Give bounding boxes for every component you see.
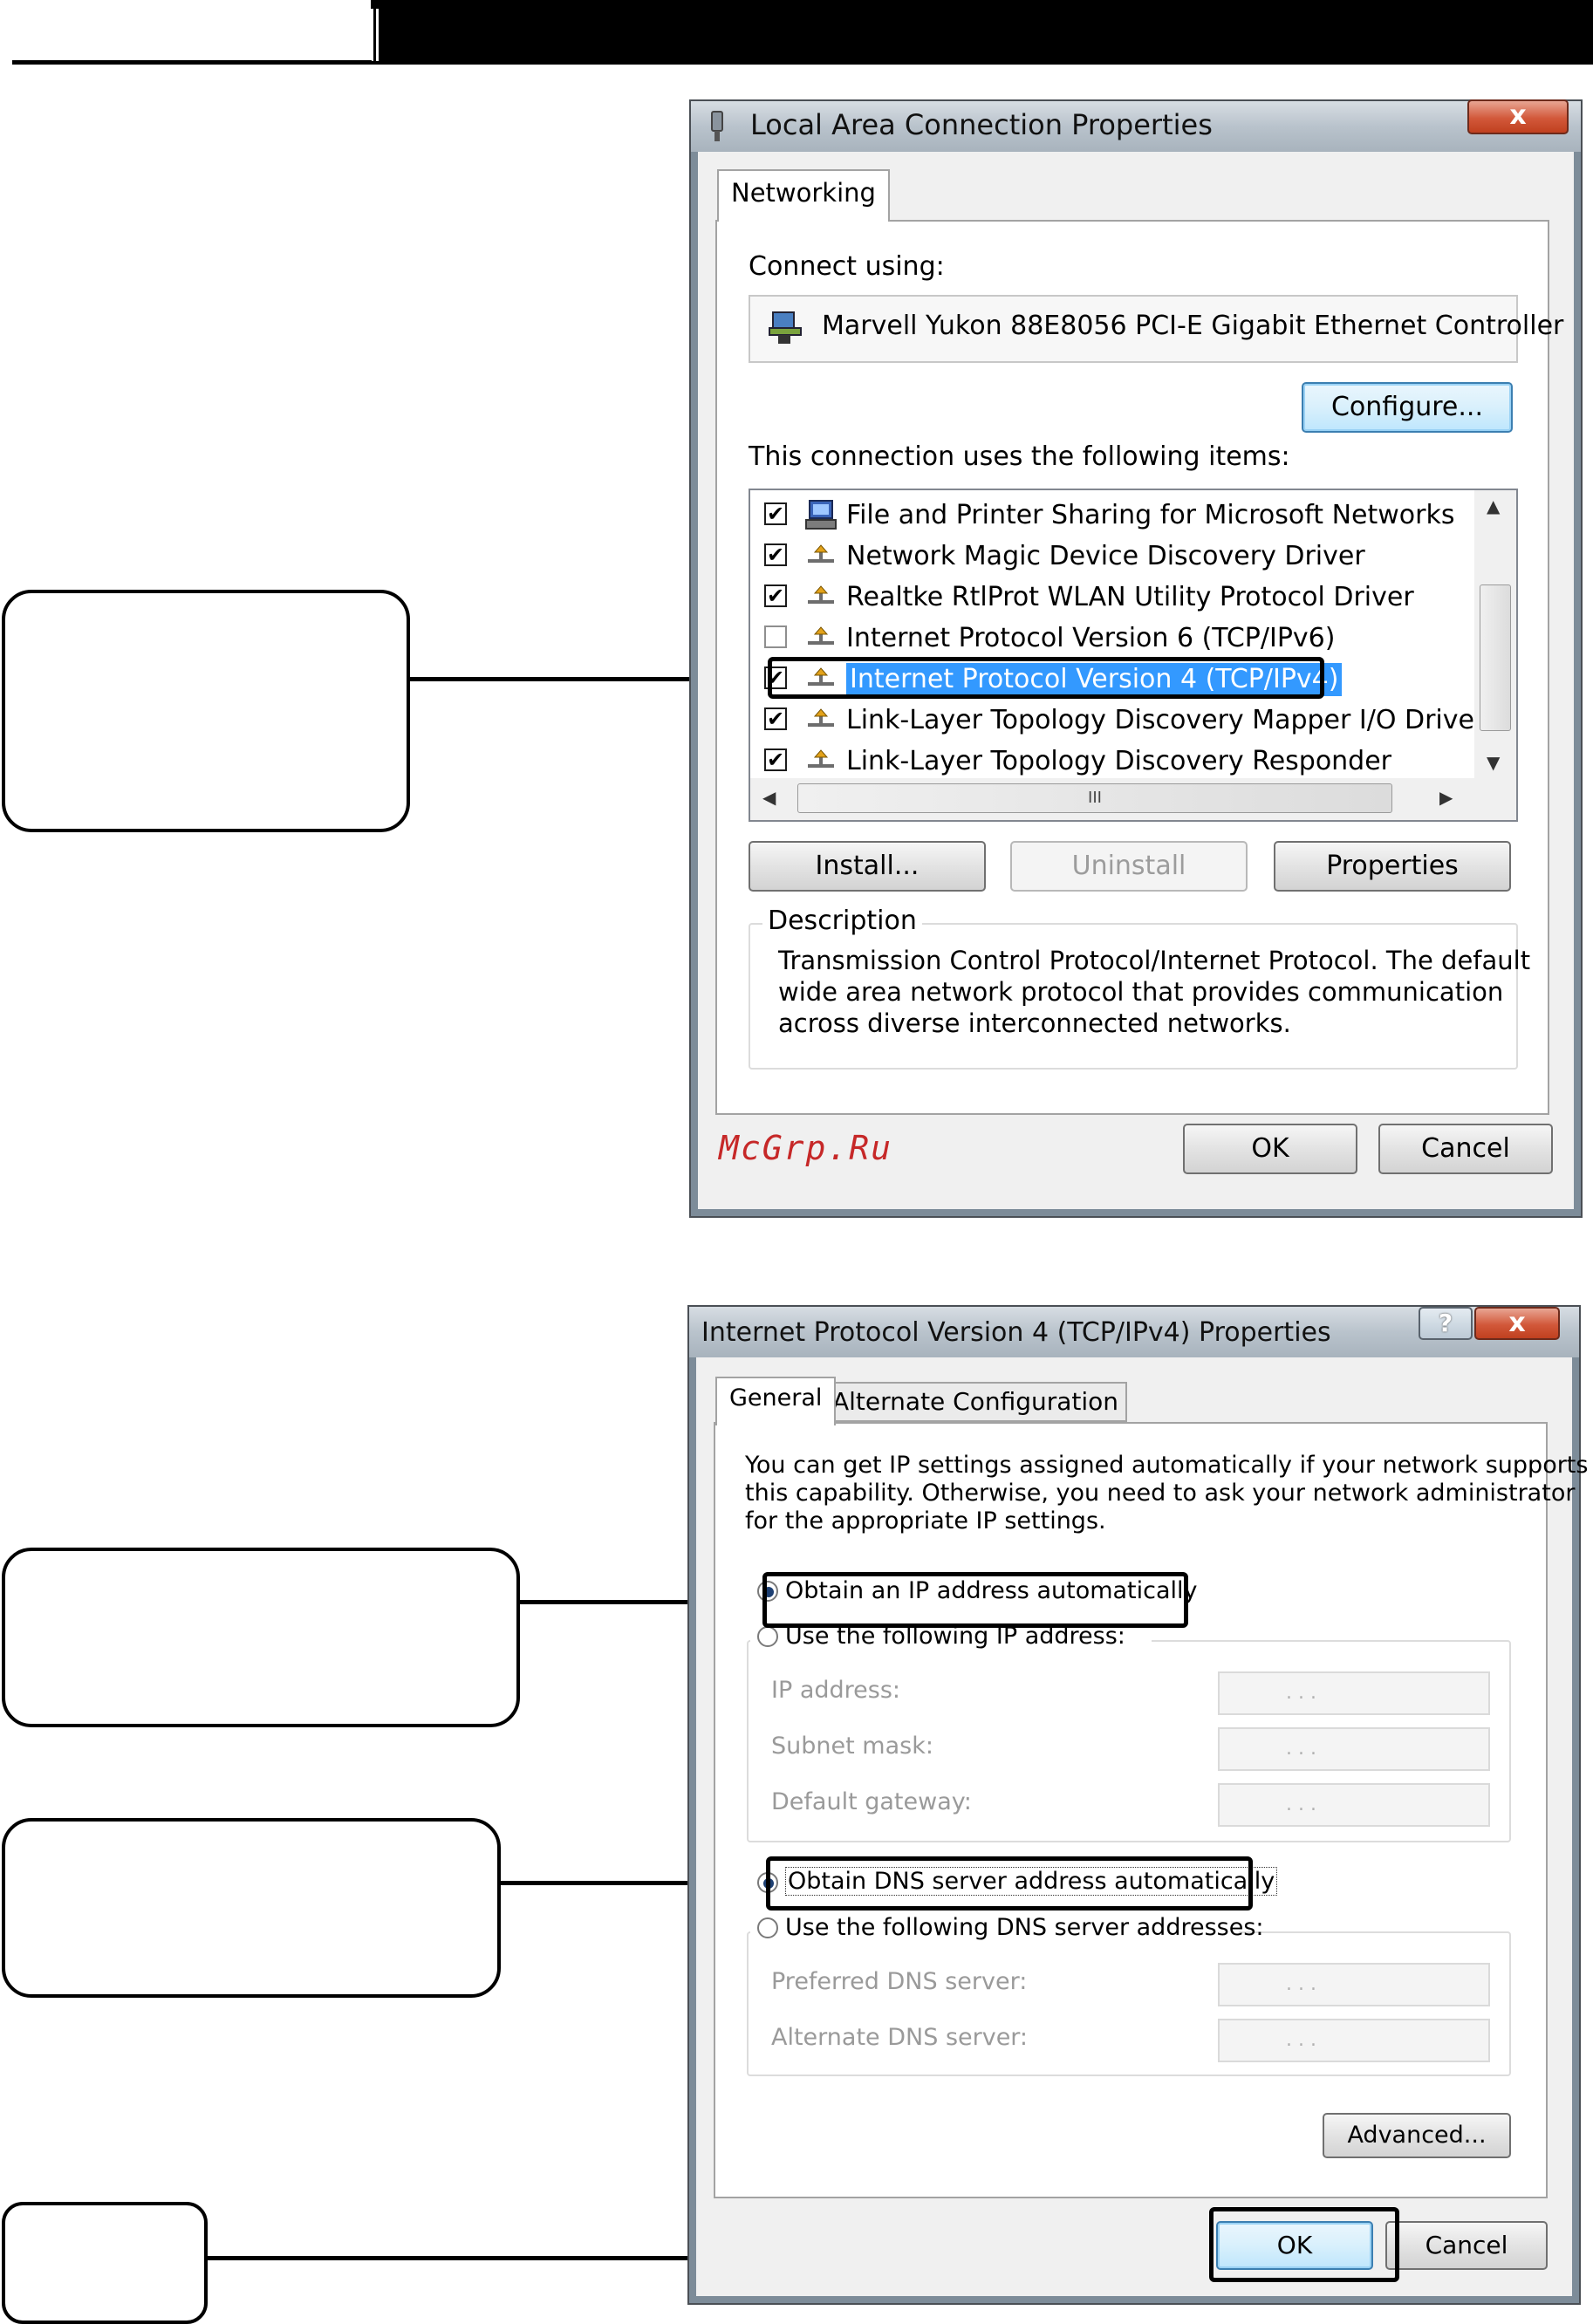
- uninstall-button[interactable]: Uninstall: [1010, 841, 1248, 892]
- preferred-dns-label: Preferred DNS server:: [771, 1968, 1028, 1995]
- advanced-button[interactable]: Advanced...: [1323, 2113, 1511, 2158]
- close-button[interactable]: x: [1467, 99, 1569, 134]
- item-checkbox[interactable]: ✔: [764, 543, 787, 566]
- items-label: This connection uses the following items…: [749, 441, 1290, 472]
- callout-box-auto-dns: [2, 1818, 501, 1998]
- item-label: Realtke RtlProt WLAN Utility Protocol Dr…: [846, 582, 1414, 612]
- default-gateway-field[interactable]: . . .: [1218, 1783, 1490, 1827]
- page-header-divider: [373, 9, 376, 61]
- window-title: Internet Protocol Version 4 (TCP/IPv4) P…: [701, 1317, 1331, 1348]
- list-item[interactable]: ✔ Link-Layer Topology Discovery Responder: [750, 742, 1471, 783]
- close-button[interactable]: x: [1474, 1307, 1560, 1340]
- item-label: Link-Layer Topology Discovery Mapper I/O…: [846, 705, 1486, 735]
- general-tab-panel: You can get IP settings assigned automat…: [714, 1422, 1588, 2198]
- ipv4-item-highlight: [768, 657, 1324, 699]
- subnet-mask-label: Subnet mask:: [771, 1733, 933, 1760]
- scroll-down-arrow-icon[interactable]: ▼: [1487, 752, 1500, 773]
- network-adapter-icon: [769, 311, 802, 344]
- auto-dns-highlight: [766, 1856, 1253, 1910]
- ip-address-field[interactable]: . . .: [1218, 1671, 1490, 1715]
- scroll-right-arrow-icon[interactable]: ▶: [1439, 787, 1453, 808]
- description-line-1: Transmission Control Protocol/Internet P…: [778, 946, 1531, 975]
- install-button[interactable]: Install...: [749, 841, 986, 892]
- title-bar[interactable]: Internet Protocol Version 4 (TCP/IPv4) P…: [689, 1307, 1579, 1357]
- vertical-scroll-thumb[interactable]: [1480, 584, 1511, 731]
- ok-button[interactable]: OK: [1183, 1124, 1357, 1174]
- tab-networking[interactable]: Networking: [717, 169, 890, 222]
- tab-general[interactable]: General: [715, 1377, 837, 1425]
- auto-ip-highlight: [762, 1572, 1188, 1628]
- radio-manual-dns-label[interactable]: Use the following DNS server addresses:: [785, 1914, 1264, 1941]
- network-plug-icon: [711, 111, 723, 141]
- properties-button[interactable]: Properties: [1274, 841, 1511, 892]
- list-item[interactable]: Internet Protocol Version 6 (TCP/IPv6): [750, 619, 1471, 660]
- adapter-box: Marvell Yukon 88E8056 PCI-E Gigabit Ethe…: [749, 295, 1563, 363]
- list-item[interactable]: ✔ Link-Layer Topology Discovery Mapper I/…: [750, 701, 1485, 742]
- help-button[interactable]: ?: [1419, 1307, 1473, 1340]
- alternate-dns-field[interactable]: . . .: [1218, 2019, 1490, 2062]
- item-checkbox[interactable]: ✔: [764, 748, 787, 771]
- title-bar[interactable]: Local Area Connection Properties x: [691, 99, 1581, 152]
- horizontal-scrollbar[interactable]: ◀ III ▶: [750, 778, 1516, 820]
- description-line-2: wide area network protocol that provides…: [778, 977, 1504, 1007]
- intro-line-1: You can get IP settings assigned automat…: [745, 1452, 1589, 1479]
- subnet-mask-field[interactable]: . . .: [1218, 1727, 1490, 1771]
- tab-alternate-configuration[interactable]: Alternate Configuration: [824, 1382, 1128, 1422]
- item-label: File and Printer Sharing for Microsoft N…: [846, 500, 1455, 530]
- list-item[interactable]: ✔ Network Magic Device Discovery Driver: [750, 537, 1471, 578]
- ok-button-highlight: [1209, 2207, 1399, 2282]
- intro-line-3: for the appropriate IP settings.: [745, 1507, 1106, 1535]
- callout-box-ok: [2, 2202, 208, 2324]
- callout-box-ipv4: [2, 590, 410, 832]
- item-checkbox[interactable]: ✔: [764, 502, 787, 525]
- alternate-dns-label: Alternate DNS server:: [771, 2024, 1029, 2051]
- connect-using-label: Connect using:: [749, 251, 945, 282]
- radio-manual-dns[interactable]: [757, 1917, 778, 1938]
- configure-button[interactable]: Configure...: [1302, 382, 1513, 433]
- default-gateway-label: Default gateway:: [771, 1788, 972, 1815]
- list-item[interactable]: ✔ Realtke RtlProt WLAN Utility Protocol D…: [750, 578, 1471, 619]
- vertical-scrollbar[interactable]: ▲ ▼: [1474, 490, 1516, 778]
- item-checkbox[interactable]: ✔: [764, 707, 787, 730]
- scroll-up-arrow-icon[interactable]: ▲: [1487, 496, 1500, 516]
- page-header-rule: [12, 60, 372, 65]
- item-label: Link-Layer Topology Discovery Responder: [846, 746, 1392, 776]
- ipv4-properties-window: Internet Protocol Version 4 (TCP/IPv4) P…: [687, 1305, 1588, 2305]
- dialog-body: General Alternate Configuration You can …: [696, 1357, 1588, 2296]
- description-line-3: across diverse interconnected networks.: [778, 1008, 1291, 1038]
- item-checkbox[interactable]: [764, 625, 787, 648]
- components-list: ✔ File and Printer Sharing for Microsoft …: [749, 489, 1518, 822]
- adapter-name: Marvell Yukon 88E8056 PCI-E Gigabit Ethe…: [822, 311, 1564, 341]
- network-client-icon: [804, 499, 839, 532]
- protocol-icon: [804, 704, 839, 737]
- protocol-icon: [804, 622, 839, 655]
- horizontal-scroll-thumb[interactable]: III: [797, 783, 1392, 813]
- protocol-icon: [804, 581, 839, 614]
- scroll-left-arrow-icon[interactable]: ◀: [762, 787, 776, 808]
- list-item[interactable]: ✔ File and Printer Sharing for Microsoft …: [750, 496, 1471, 537]
- intro-line-2: this capability. Otherwise, you need to …: [745, 1480, 1576, 1507]
- window-title: Local Area Connection Properties: [750, 108, 1213, 141]
- cancel-button[interactable]: Cancel: [1378, 1124, 1553, 1174]
- protocol-icon: [804, 540, 839, 573]
- description-label: Description: [762, 906, 922, 936]
- cancel-button[interactable]: Cancel: [1385, 2221, 1548, 2270]
- watermark-text: McGrp.Ru: [719, 1129, 893, 1167]
- item-label: Internet Protocol Version 6 (TCP/IPv6): [846, 623, 1336, 653]
- item-label: Network Magic Device Discovery Driver: [846, 541, 1365, 571]
- preferred-dns-field[interactable]: . . .: [1218, 1963, 1490, 2006]
- item-checkbox[interactable]: ✔: [764, 584, 787, 607]
- radio-manual-ip[interactable]: [757, 1626, 778, 1647]
- protocol-icon: [804, 745, 839, 778]
- ip-address-label: IP address:: [771, 1677, 900, 1704]
- page-header-bar: [371, 0, 1593, 65]
- callout-box-auto-ip: [2, 1548, 520, 1727]
